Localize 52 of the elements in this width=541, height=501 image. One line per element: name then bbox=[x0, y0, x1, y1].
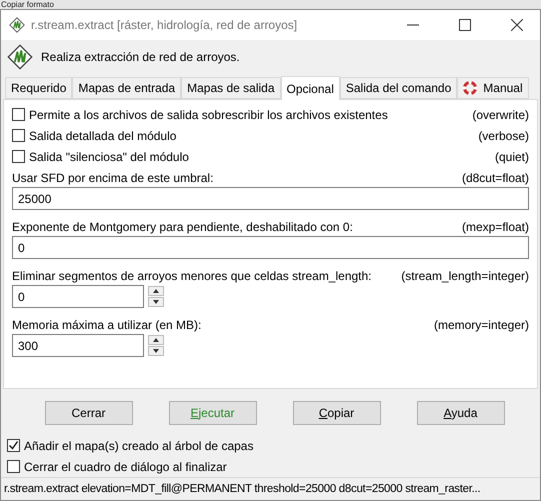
tab[interactable]: Manual bbox=[457, 77, 529, 99]
dialog-button[interactable]: Cerrar bbox=[44, 401, 132, 425]
module-description: Realiza extracción de red de arroyos. bbox=[41, 50, 240, 64]
number-field[interactable]: 300 bbox=[12, 334, 144, 357]
tab[interactable]: Mapas de entrada bbox=[72, 77, 182, 99]
option-label: Memoria máxima a utilizar (en MB): bbox=[12, 318, 202, 332]
app-icon bbox=[9, 17, 25, 33]
tab[interactable]: Mapas de salida bbox=[181, 77, 280, 99]
parameter-name: (stream_length=integer) bbox=[401, 269, 529, 283]
parameter-name: (overwrite) bbox=[472, 108, 529, 122]
up-arrow-icon bbox=[153, 338, 159, 342]
spin-up-button[interactable] bbox=[148, 335, 164, 345]
option-label: Salida "silenciosa" del módulo bbox=[29, 150, 189, 164]
checkbox[interactable] bbox=[12, 129, 25, 142]
option-label: Permite a los archivos de salida sobrescribir los archivos existentes bbox=[29, 108, 388, 122]
lifebuoy-icon bbox=[463, 81, 478, 95]
tab[interactable]: Requerido bbox=[5, 77, 72, 99]
close-icon bbox=[511, 19, 523, 31]
up-arrow-icon bbox=[153, 289, 159, 293]
down-arrow-icon bbox=[153, 300, 159, 304]
parameter-name: (quiet) bbox=[494, 150, 529, 164]
tab[interactable]: Salida del comando bbox=[340, 77, 458, 99]
option-label: Eliminar segmentos de arroyos menores que celdas stream_length: bbox=[12, 269, 372, 283]
down-arrow-icon bbox=[153, 349, 159, 353]
parameter-name: (verbose) bbox=[478, 128, 529, 142]
option-label: Usar SFD por encima de este umbral: bbox=[12, 171, 214, 185]
dialog-button[interactable]: Ayuda bbox=[416, 401, 504, 425]
checkbox[interactable] bbox=[7, 439, 20, 452]
option-label: Añadir el mapa(s) creado al árbol de capas bbox=[24, 438, 254, 452]
minimize-icon bbox=[407, 24, 419, 26]
tab[interactable]: Opcional bbox=[280, 76, 340, 100]
parameter-name: (mexp=float) bbox=[462, 220, 529, 234]
toolbar-label: Copiar formato bbox=[0, 0, 54, 9]
spin-down-button[interactable] bbox=[148, 346, 164, 356]
checkbox[interactable] bbox=[7, 460, 20, 473]
option-label: Cerrar el cuadro de diálogo al finalizar bbox=[24, 460, 227, 474]
spin-up-button[interactable] bbox=[148, 286, 164, 296]
dialog-button[interactable]: Copiar bbox=[292, 401, 380, 425]
input-field[interactable]: 0 bbox=[12, 236, 529, 259]
command-text: r.stream.extract elevation=MDT_fill@PERMANENT threshold=25000 d8cut=25000 stream_raster... bbox=[4, 483, 480, 495]
parameter-name: (d8cut=float) bbox=[462, 171, 529, 185]
option-label: Salida detallada del módulo bbox=[29, 128, 176, 142]
number-field[interactable]: 0 bbox=[12, 285, 144, 308]
window-title: r.stream.extract [ráster, hidrología, red de arroyos] bbox=[31, 18, 298, 32]
checkbox[interactable] bbox=[12, 108, 25, 121]
spin-down-button[interactable] bbox=[148, 297, 164, 307]
parameter-name: (memory=integer) bbox=[434, 318, 529, 332]
maximize-icon bbox=[459, 19, 471, 31]
grass-logo-icon bbox=[7, 44, 33, 70]
option-label: Exponente de Montgomery para pendiente, deshabilitado con 0: bbox=[12, 220, 353, 234]
checkbox[interactable] bbox=[12, 150, 25, 163]
input-field[interactable]: 25000 bbox=[12, 187, 529, 210]
